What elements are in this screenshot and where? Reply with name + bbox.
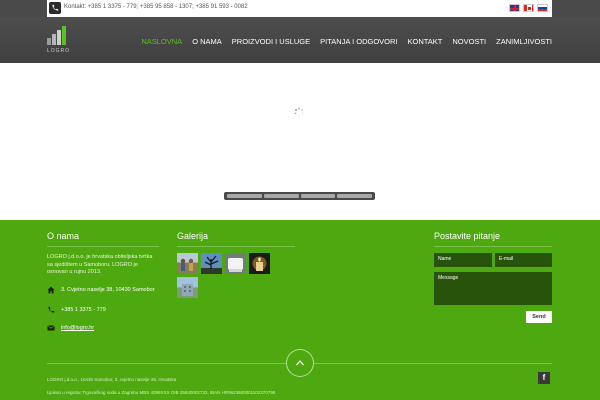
top-bar-inner: Kontakt: +385 1 3375 - 779; +385 95 858 … (47, 0, 552, 17)
gallery-title: Galerija (177, 231, 209, 241)
gallery-thumb-people[interactable] (177, 253, 198, 274)
email-input[interactable]: E-mail (495, 253, 552, 267)
russia-flag-icon[interactable] (537, 4, 548, 12)
gallery-divider (177, 246, 295, 247)
nav-item-proizvodi[interactable]: PROIZVODI I USLUGE (232, 37, 310, 46)
main-nav: NASLOVNA O NAMA PROIZVODI I USLUGE PITAN… (141, 37, 552, 46)
email-row: info@logro.hr (47, 324, 94, 332)
nav-item-pitanja[interactable]: PITANJA I ODGOVORI (320, 37, 397, 46)
home-icon (47, 286, 55, 294)
legal-address: LOGRO j.d.o.o., 10430 Samobor, 3. cvjetn… (47, 377, 177, 382)
phone-icon (49, 2, 61, 14)
slider-dot-2[interactable] (263, 194, 299, 198)
header: LOGRO NASLOVNA O NAMA PROIZVODI I USLUGE… (0, 17, 600, 63)
top-bar: Kontakt: +385 1 3375 - 779; +385 95 858 … (0, 0, 600, 17)
envelope-icon (47, 324, 55, 332)
logo-bar-2 (52, 34, 56, 45)
facebook-icon[interactable]: f (538, 372, 550, 384)
logo-bar-1 (47, 38, 51, 45)
gallery-thumb-building[interactable] (177, 277, 198, 298)
message-textarea[interactable]: Message (434, 272, 552, 305)
nav-item-kontakt[interactable]: KONTAKT (408, 37, 443, 46)
nav-item-naslovna[interactable]: NASLOVNA (141, 37, 182, 46)
gallery-thumb-candle[interactable] (249, 253, 270, 274)
footer: O nama LOGRO j.d.o.o. je hrvatska obitel… (0, 220, 600, 400)
gallery-thumb-white[interactable] (225, 253, 246, 274)
language-flags (509, 4, 548, 12)
slider-dot-4[interactable] (337, 194, 372, 198)
gallery-thumb-tree[interactable] (201, 253, 222, 274)
uk-flag-icon[interactable] (509, 4, 520, 12)
about-text: LOGRO j.d.o.o. je hrvatska obiteljska tv… (47, 254, 153, 275)
hero-slider (0, 63, 600, 220)
slider-pagination (224, 192, 375, 200)
gallery-grid (177, 253, 277, 298)
contact-phones: Kontakt: +385 1 3375 - 779; +385 95 858 … (64, 4, 248, 10)
nav-item-novosti[interactable]: NOVOSTI (452, 37, 486, 46)
logo-bar-4 (62, 26, 66, 45)
phone-icon (47, 306, 55, 314)
legal-registration: Upisan u registar Trgovačkog suda u Zagr… (47, 390, 276, 395)
slider-dot-3[interactable] (300, 194, 336, 198)
loading-spinner-icon (294, 104, 304, 117)
logo-text: LOGRO (47, 48, 71, 54)
chevron-up-icon (296, 360, 304, 366)
contact-form-title: Postavite pitanje (434, 231, 501, 241)
name-input[interactable]: Name (434, 253, 492, 267)
address-text: 3. Cvjetno naselje 38, 10430 Samobor (61, 287, 155, 293)
send-button[interactable]: Send (526, 311, 552, 323)
logo[interactable]: LOGRO (47, 26, 71, 54)
email-link[interactable]: info@logro.hr (61, 325, 94, 331)
about-divider (47, 246, 159, 247)
phone-row: +385 1 3375 - 779 (47, 306, 106, 314)
logo-bar-3 (57, 30, 61, 45)
phone-text: +385 1 3375 - 779 (61, 307, 106, 313)
address-row: 3. Cvjetno naselje 38, 10430 Samobor (47, 286, 155, 294)
canada-flag-icon[interactable] (523, 4, 534, 12)
contact-form-divider (434, 246, 552, 247)
slider-dot-1[interactable] (227, 194, 262, 198)
nav-item-o-nama[interactable]: O NAMA (192, 37, 222, 46)
about-title: O nama (47, 231, 80, 241)
nav-item-zanimljivosti[interactable]: ZANIMLJIVOSTI (496, 37, 552, 46)
scroll-to-top-button[interactable] (286, 349, 314, 377)
